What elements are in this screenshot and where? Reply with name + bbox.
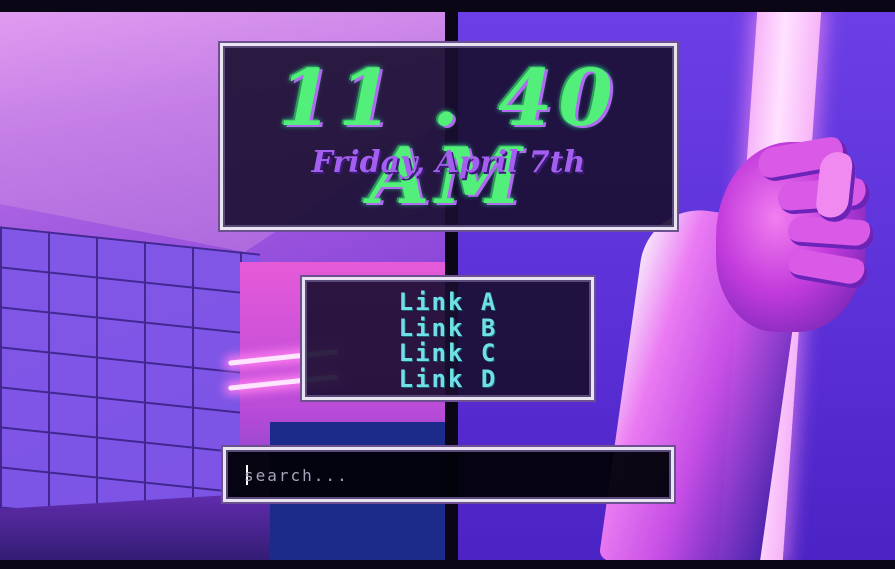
search-input[interactable]: [244, 462, 654, 488]
search-panel: [223, 447, 674, 502]
clock-date: Friday, April 7th: [311, 145, 586, 180]
link-a[interactable]: Link A: [399, 289, 498, 316]
clock-time: 11 . 40 AM: [278, 53, 619, 222]
links-list: Link A Link B Link C Link D: [305, 289, 591, 393]
bottom-border: [0, 560, 895, 569]
links-panel: Link A Link B Link C Link D: [302, 277, 594, 400]
link-b[interactable]: Link B: [399, 315, 498, 342]
clock-panel: 11 . 40 AM Friday, April 7th: [220, 43, 677, 230]
link-d[interactable]: Link D: [399, 366, 498, 393]
link-c[interactable]: Link C: [399, 340, 498, 367]
